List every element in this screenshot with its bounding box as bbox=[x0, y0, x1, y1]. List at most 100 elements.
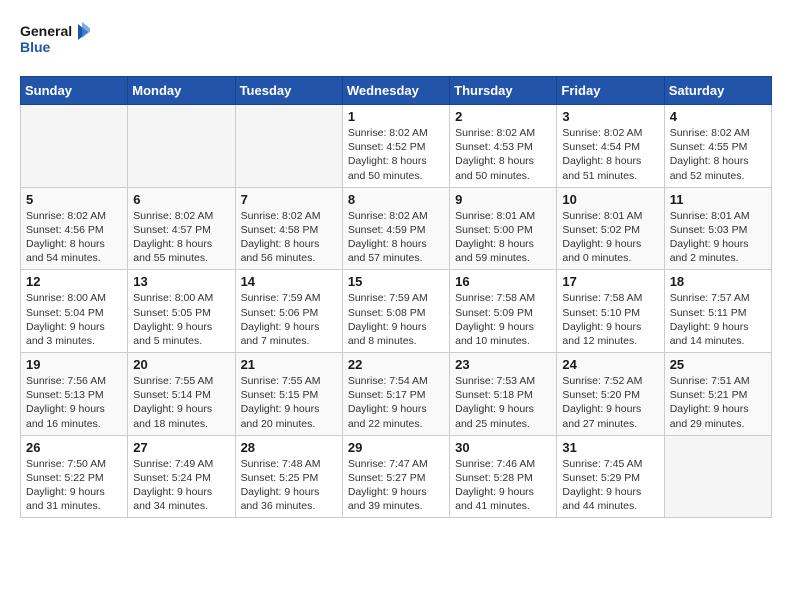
day-number: 25 bbox=[670, 357, 766, 372]
day-cell: 24Sunrise: 7:52 AM Sunset: 5:20 PM Dayli… bbox=[557, 353, 664, 436]
weekday-header-friday: Friday bbox=[557, 77, 664, 105]
day-number: 14 bbox=[241, 274, 337, 289]
day-info: Sunrise: 7:59 AM Sunset: 5:08 PM Dayligh… bbox=[348, 291, 444, 348]
day-number: 22 bbox=[348, 357, 444, 372]
day-cell: 23 Sunrise: 7:53 AM Sunset: 5:18 PM Dayli… bbox=[450, 353, 557, 436]
day-cell: 6 Sunrise: 8:02 AM Sunset: 4:57 PM Daylig… bbox=[128, 187, 235, 270]
day-number: 29 bbox=[348, 440, 444, 455]
day-cell: 21 Sunrise: 7:55 AM Sunset: 5:15 PM Dayli… bbox=[235, 353, 342, 436]
day-info: Sunrise: 7:45 AM Sunset: 5:29 PM Dayligh… bbox=[562, 457, 658, 514]
day-number: 18 bbox=[670, 274, 766, 289]
day-number: 1 bbox=[348, 109, 444, 124]
day-number: 28 bbox=[241, 440, 337, 455]
day-cell: 20 Sunrise: 7:55 AM Sunset: 5:14 PM Dayli… bbox=[128, 353, 235, 436]
day-number: 20 bbox=[133, 357, 229, 372]
day-info: Sunrise: 7:57 AM Sunset: 5:11 PM Dayligh… bbox=[670, 291, 766, 348]
week-row-3: 12 Sunrise: 8:00 AM Sunset: 5:04 PM Dayli… bbox=[21, 270, 772, 353]
day-info: Sunrise: 8:02 AM Sunset: 4:53 PM Dayligh… bbox=[455, 126, 551, 183]
day-info: Sunrise: 7:55 AM Sunset: 5:15 PM Dayligh… bbox=[241, 374, 337, 431]
day-cell: 30 Sunrise: 7:46 AM Sunset: 5:28 PM Dayli… bbox=[450, 435, 557, 518]
day-info: Sunrise: 7:58 AM Sunset: 5:10 PM Dayligh… bbox=[562, 291, 658, 348]
day-cell bbox=[235, 105, 342, 188]
day-info: Sunrise: 8:02 AM Sunset: 4:57 PM Dayligh… bbox=[133, 209, 229, 266]
day-cell: 18 Sunrise: 7:57 AM Sunset: 5:11 PM Dayli… bbox=[664, 270, 771, 353]
day-info: Sunrise: 7:54 AM Sunset: 5:17 PM Dayligh… bbox=[348, 374, 444, 431]
day-info: Sunrise: 8:02 AM Sunset: 4:59 PM Dayligh… bbox=[348, 209, 444, 266]
weekday-header-sunday: Sunday bbox=[21, 77, 128, 105]
day-cell: 5Sunrise: 8:02 AM Sunset: 4:56 PM Daylig… bbox=[21, 187, 128, 270]
day-info: Sunrise: 8:01 AM Sunset: 5:00 PM Dayligh… bbox=[455, 209, 551, 266]
day-info: Sunrise: 7:49 AM Sunset: 5:24 PM Dayligh… bbox=[133, 457, 229, 514]
day-info: Sunrise: 7:58 AM Sunset: 5:09 PM Dayligh… bbox=[455, 291, 551, 348]
day-cell: 31 Sunrise: 7:45 AM Sunset: 5:29 PM Dayli… bbox=[557, 435, 664, 518]
day-cell: 28Sunrise: 7:48 AM Sunset: 5:25 PM Dayli… bbox=[235, 435, 342, 518]
day-cell: 25 Sunrise: 7:51 AM Sunset: 5:21 PM Dayli… bbox=[664, 353, 771, 436]
logo: General Blue bbox=[20, 20, 90, 60]
day-cell bbox=[664, 435, 771, 518]
svg-text:General: General bbox=[20, 23, 72, 39]
day-number: 11 bbox=[670, 192, 766, 207]
day-cell: 15 Sunrise: 7:59 AM Sunset: 5:08 PM Dayli… bbox=[342, 270, 449, 353]
day-info: Sunrise: 8:02 AM Sunset: 4:55 PM Dayligh… bbox=[670, 126, 766, 183]
week-row-2: 5Sunrise: 8:02 AM Sunset: 4:56 PM Daylig… bbox=[21, 187, 772, 270]
day-cell: 14 Sunrise: 7:59 AM Sunset: 5:06 PM Dayli… bbox=[235, 270, 342, 353]
day-cell: 4 Sunrise: 8:02 AM Sunset: 4:55 PM Daylig… bbox=[664, 105, 771, 188]
day-cell: 13Sunrise: 8:00 AM Sunset: 5:05 PM Dayli… bbox=[128, 270, 235, 353]
day-info: Sunrise: 8:02 AM Sunset: 4:58 PM Dayligh… bbox=[241, 209, 337, 266]
day-number: 21 bbox=[241, 357, 337, 372]
day-cell: 10 Sunrise: 8:01 AM Sunset: 5:02 PM Dayli… bbox=[557, 187, 664, 270]
day-number: 23 bbox=[455, 357, 551, 372]
page-header: General Blue bbox=[20, 20, 772, 60]
day-number: 10 bbox=[562, 192, 658, 207]
day-cell: 3 Sunrise: 8:02 AM Sunset: 4:54 PM Daylig… bbox=[557, 105, 664, 188]
day-info: Sunrise: 8:01 AM Sunset: 5:03 PM Dayligh… bbox=[670, 209, 766, 266]
day-info: Sunrise: 7:46 AM Sunset: 5:28 PM Dayligh… bbox=[455, 457, 551, 514]
svg-text:Blue: Blue bbox=[20, 39, 51, 55]
day-cell: 11 Sunrise: 8:01 AM Sunset: 5:03 PM Dayli… bbox=[664, 187, 771, 270]
day-cell bbox=[21, 105, 128, 188]
weekday-header-row: SundayMondayTuesdayWednesdayThursdayFrid… bbox=[21, 77, 772, 105]
day-cell: 9 Sunrise: 8:01 AM Sunset: 5:00 PM Daylig… bbox=[450, 187, 557, 270]
day-cell: 1 Sunrise: 8:02 AM Sunset: 4:52 PM Daylig… bbox=[342, 105, 449, 188]
day-info: Sunrise: 7:59 AM Sunset: 5:06 PM Dayligh… bbox=[241, 291, 337, 348]
day-cell: 16Sunrise: 7:58 AM Sunset: 5:09 PM Dayli… bbox=[450, 270, 557, 353]
day-cell: 17 Sunrise: 7:58 AM Sunset: 5:10 PM Dayli… bbox=[557, 270, 664, 353]
calendar-table: SundayMondayTuesdayWednesdayThursdayFrid… bbox=[20, 76, 772, 518]
day-info: Sunrise: 7:53 AM Sunset: 5:18 PM Dayligh… bbox=[455, 374, 551, 431]
day-cell: 22 Sunrise: 7:54 AM Sunset: 5:17 PM Dayli… bbox=[342, 353, 449, 436]
day-info: Sunrise: 7:56 AM Sunset: 5:13 PM Dayligh… bbox=[26, 374, 122, 431]
day-number: 2 bbox=[455, 109, 551, 124]
day-number: 19 bbox=[26, 357, 122, 372]
day-number: 4 bbox=[670, 109, 766, 124]
day-info: Sunrise: 7:51 AM Sunset: 5:21 PM Dayligh… bbox=[670, 374, 766, 431]
day-number: 30 bbox=[455, 440, 551, 455]
day-number: 6 bbox=[133, 192, 229, 207]
day-info: Sunrise: 8:00 AM Sunset: 5:04 PM Dayligh… bbox=[26, 291, 122, 348]
day-cell: 8 Sunrise: 8:02 AM Sunset: 4:59 PM Daylig… bbox=[342, 187, 449, 270]
day-info: Sunrise: 8:01 AM Sunset: 5:02 PM Dayligh… bbox=[562, 209, 658, 266]
day-number: 8 bbox=[348, 192, 444, 207]
day-info: Sunrise: 7:55 AM Sunset: 5:14 PM Dayligh… bbox=[133, 374, 229, 431]
day-cell: 19 Sunrise: 7:56 AM Sunset: 5:13 PM Dayli… bbox=[21, 353, 128, 436]
day-number: 15 bbox=[348, 274, 444, 289]
day-number: 7 bbox=[241, 192, 337, 207]
week-row-4: 19 Sunrise: 7:56 AM Sunset: 5:13 PM Dayli… bbox=[21, 353, 772, 436]
day-cell: 12 Sunrise: 8:00 AM Sunset: 5:04 PM Dayli… bbox=[21, 270, 128, 353]
weekday-header-monday: Monday bbox=[128, 77, 235, 105]
day-cell bbox=[128, 105, 235, 188]
day-number: 26 bbox=[26, 440, 122, 455]
day-cell: 29 Sunrise: 7:47 AM Sunset: 5:27 PM Dayli… bbox=[342, 435, 449, 518]
day-number: 9 bbox=[455, 192, 551, 207]
weekday-header-thursday: Thursday bbox=[450, 77, 557, 105]
day-info: Sunrise: 7:52 AM Sunset: 5:20 PM Dayligh… bbox=[562, 374, 658, 431]
day-number: 5 bbox=[26, 192, 122, 207]
day-number: 12 bbox=[26, 274, 122, 289]
weekday-header-saturday: Saturday bbox=[664, 77, 771, 105]
day-info: Sunrise: 8:02 AM Sunset: 4:54 PM Dayligh… bbox=[562, 126, 658, 183]
day-info: Sunrise: 8:02 AM Sunset: 4:52 PM Dayligh… bbox=[348, 126, 444, 183]
day-info: Sunrise: 7:47 AM Sunset: 5:27 PM Dayligh… bbox=[348, 457, 444, 514]
day-number: 3 bbox=[562, 109, 658, 124]
day-cell: 7 Sunrise: 8:02 AM Sunset: 4:58 PM Daylig… bbox=[235, 187, 342, 270]
day-number: 31 bbox=[562, 440, 658, 455]
day-number: 17 bbox=[562, 274, 658, 289]
